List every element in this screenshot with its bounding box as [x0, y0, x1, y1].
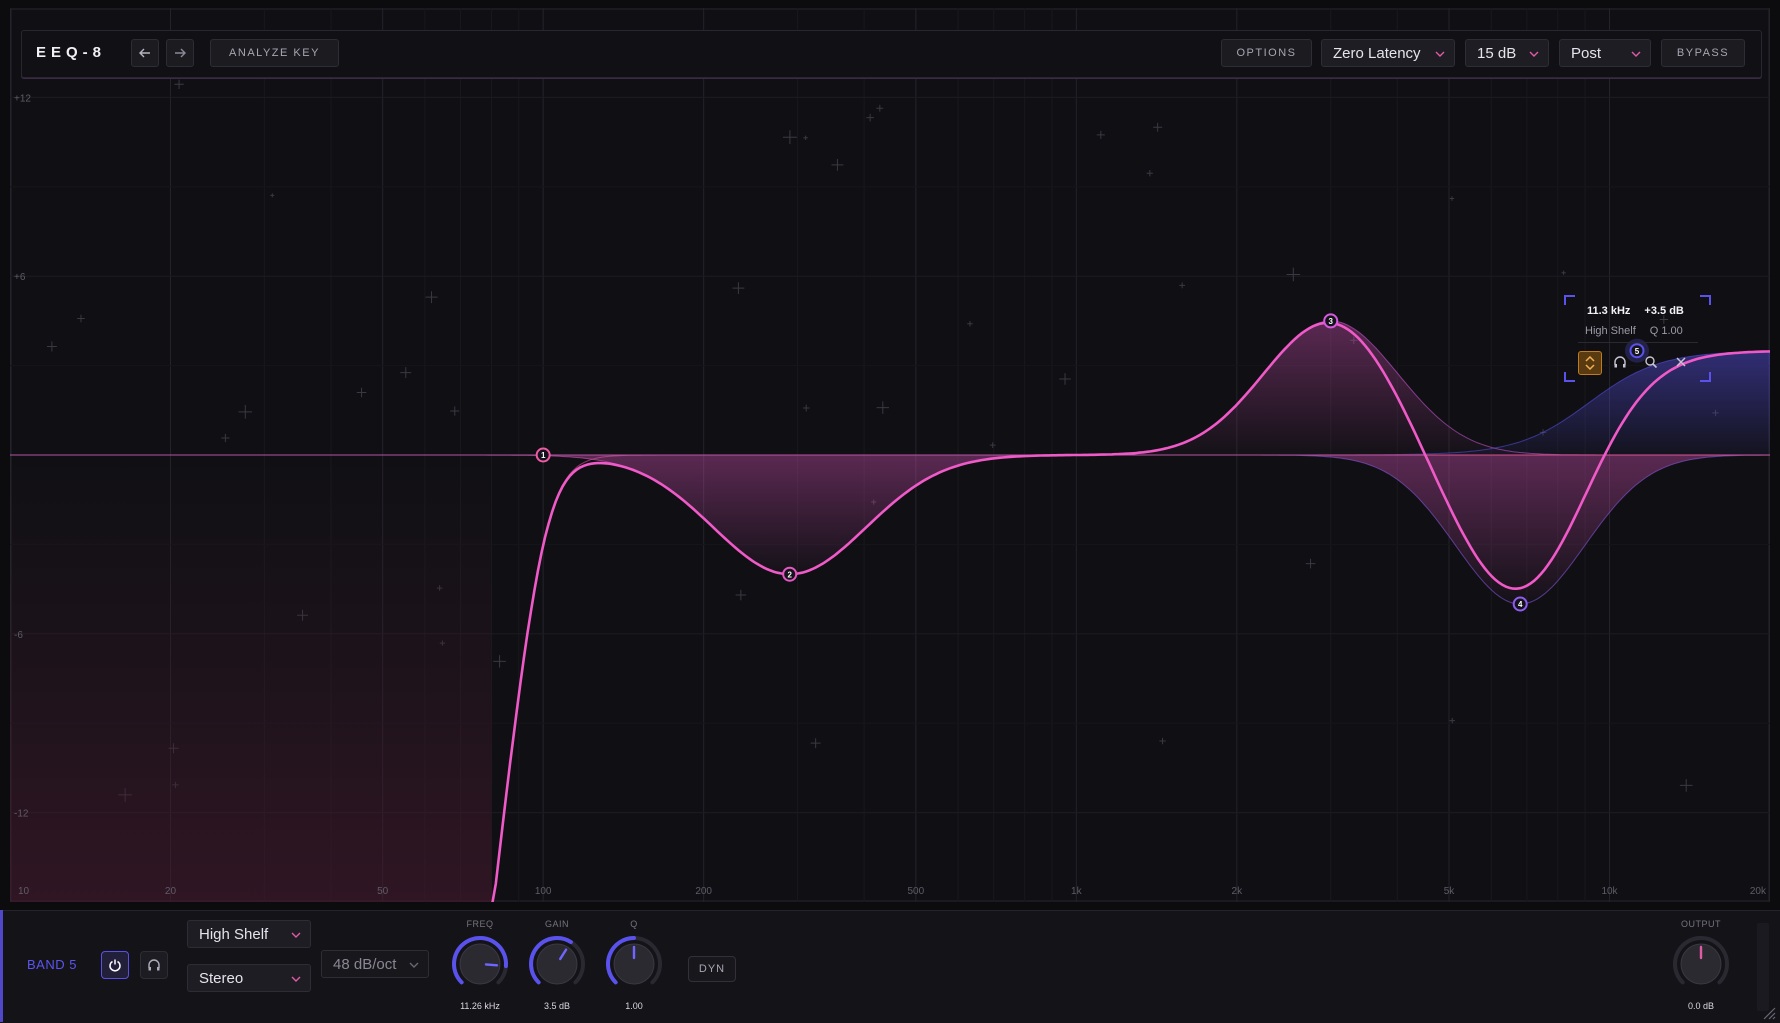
power-icon: [109, 959, 121, 972]
chevron-down-icon: [291, 976, 301, 982]
tooltip-listen-button[interactable]: [1609, 351, 1631, 373]
latency-dropdown[interactable]: Zero Latency: [1321, 39, 1455, 67]
band-channel-dropdown[interactable]: Stereo: [187, 964, 311, 992]
plugin-logo: EEQ-8: [36, 44, 107, 61]
freq-knob-group: FREQ 11.26 kHz: [445, 918, 515, 1016]
tooltip-delete-button[interactable]: [1670, 351, 1692, 373]
band-node-label: 3: [1328, 317, 1333, 326]
resize-handle-icon[interactable]: [1760, 1004, 1776, 1020]
tooltip-values: 11.3 kHz +3.5 dB: [1587, 305, 1698, 317]
db-axis-label: +12: [14, 93, 31, 104]
output-knob-group: OUTPUT 0.0 dB: [1666, 918, 1736, 1016]
band-label: BAND 5: [27, 957, 77, 972]
tooltip-q: Q 1.00: [1649, 325, 1683, 337]
tooltip-freq: 11.3 kHz: [1587, 305, 1631, 317]
freq-axis-label: 1k: [1071, 886, 1083, 897]
knob-body: [536, 943, 578, 985]
range-dropdown[interactable]: 15 dB: [1465, 39, 1549, 67]
band-power-button[interactable]: [101, 951, 129, 979]
freq-axis-label: 100: [535, 886, 552, 897]
eq-graph[interactable]: +12 +6 -6 -12 10 20 50 100 200 500 1k 2k 5k 10k 20k 1…: [10, 8, 1770, 902]
freq-axis-label: 2k: [1232, 886, 1244, 897]
tooltip-zoom-button[interactable]: [1640, 351, 1662, 373]
dynamic-eq-button[interactable]: DYN: [688, 956, 736, 982]
eq-plugin-window: +12 +6 -6 -12 10 20 50 100 200 500 1k 2k 5k 10k 20k 1…: [0, 0, 1780, 1023]
gain-knob-label: GAIN: [544, 919, 569, 929]
band-node-label: 2: [787, 570, 792, 579]
lowcut-shade: [10, 455, 492, 902]
freq-axis-label: 20: [165, 886, 177, 897]
freq-axis-label: 20k: [1750, 886, 1767, 897]
mode-value: Post: [1571, 44, 1602, 62]
bypass-button[interactable]: BYPASS: [1661, 39, 1745, 67]
chevron-down-icon: [409, 962, 419, 968]
output-knob-value: 0.0 dB: [1687, 1001, 1715, 1011]
band-type-value: High Shelf: [199, 925, 269, 943]
band-node-2[interactable]: 2: [782, 566, 798, 582]
band-node-label: 4: [1518, 600, 1523, 609]
output-knob[interactable]: [1669, 932, 1733, 996]
tooltip-details: High Shelf Q 1.00: [1585, 325, 1697, 337]
freq-knob[interactable]: [448, 932, 512, 996]
freq-knob-label: FREQ: [466, 919, 494, 929]
headphones-icon: [148, 959, 160, 971]
arrow-left-icon: [139, 48, 150, 58]
arrow-right-icon: [175, 48, 186, 58]
tooltip-gain: +3.5 dB: [1644, 305, 1684, 317]
q-knob-value: 1.00: [625, 1001, 643, 1011]
undo-button[interactable]: [131, 39, 159, 67]
chevron-down-icon: [291, 932, 301, 938]
output-knob-label: OUTPUT: [1681, 919, 1721, 929]
gain-knob-value: 3.5 dB: [543, 1001, 571, 1011]
band-node-3[interactable]: 3: [1323, 313, 1339, 329]
close-icon: [1676, 357, 1686, 367]
mode-dropdown[interactable]: Post: [1559, 39, 1651, 67]
freq-axis-label: 500: [907, 886, 924, 897]
tooltip-divider: [1578, 342, 1698, 343]
freq-knob-value: 11.26 kHz: [460, 1001, 500, 1011]
knob-indicator: [484, 963, 499, 967]
gain-knob-group: GAIN 3.5 dB: [522, 918, 592, 1016]
analyze-key-button[interactable]: ANALYZE KEY: [210, 39, 339, 67]
output-meter: [1757, 923, 1769, 1011]
band-channel-value: Stereo: [199, 969, 244, 987]
freq-axis-label: 200: [695, 886, 712, 897]
freq-axis-label: 10: [18, 886, 30, 897]
tooltip-solo-button[interactable]: [1578, 351, 1602, 375]
db-axis-label: -6: [14, 630, 23, 641]
search-icon: [1645, 356, 1658, 369]
headphones-icon: [1614, 356, 1626, 368]
q-knob[interactable]: [602, 932, 666, 996]
band-listen-button[interactable]: [140, 951, 168, 979]
freq-axis-label: 5k: [1444, 886, 1456, 897]
chevron-down-icon: [1529, 51, 1539, 57]
band-slope-dropdown[interactable]: 48 dB/oct: [321, 950, 429, 978]
redo-button[interactable]: [166, 39, 194, 67]
band-tooltip: 11.3 kHz +3.5 dB High Shelf Q 1.00: [1564, 295, 1711, 382]
tooltip-type: High Shelf: [1585, 325, 1636, 337]
band-panel-accent: [0, 910, 3, 1022]
options-button[interactable]: OPTIONS: [1221, 39, 1312, 67]
freq-axis-label: 50: [377, 886, 389, 897]
gain-knob[interactable]: [525, 932, 589, 996]
band-type-dropdown[interactable]: High Shelf: [187, 920, 311, 948]
band-node-4[interactable]: 4: [1512, 596, 1528, 612]
chevron-down-icon: [1631, 51, 1641, 57]
db-axis-label: -12: [14, 809, 29, 820]
range-value: 15 dB: [1477, 44, 1517, 62]
band-node-label: 1: [541, 451, 546, 460]
solo-arrows-icon: [1585, 356, 1595, 370]
q-knob-group: Q 1.00: [599, 918, 669, 1016]
band-slope-value: 48 dB/oct: [333, 955, 397, 973]
db-axis-label: +6: [14, 272, 26, 283]
latency-value: Zero Latency: [1333, 44, 1421, 62]
q-knob-label: Q: [630, 919, 638, 929]
freq-axis-label: 10k: [1601, 886, 1618, 897]
band-node-1[interactable]: 1: [535, 447, 551, 463]
chevron-down-icon: [1435, 51, 1445, 57]
